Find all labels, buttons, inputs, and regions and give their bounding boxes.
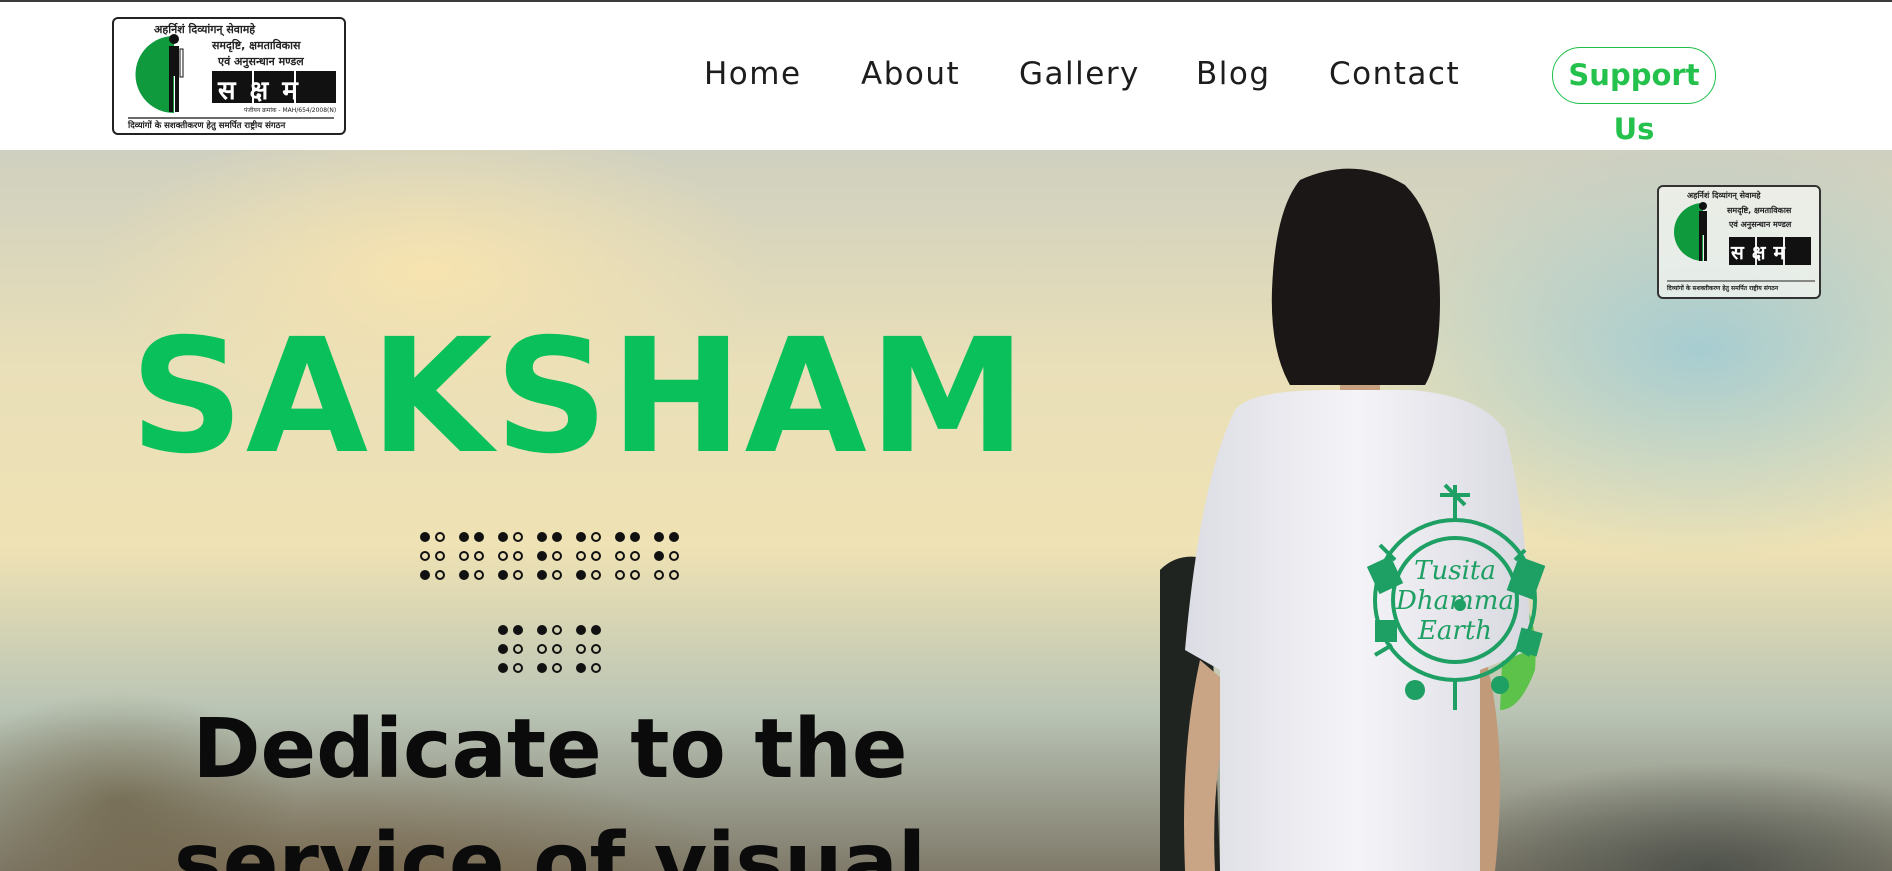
braille-dot — [576, 570, 586, 580]
logo-mark: सक्षम — [218, 76, 312, 106]
corner-logo-tagline: दिव्यांगों के सशक्तीकरण हेतु समर्पित राष… — [1667, 285, 1779, 292]
nav-about[interactable]: About — [861, 56, 960, 92]
logo-tagline: दिव्यांगों के सशक्तीकरण हेतु समर्पित राष… — [128, 121, 286, 131]
nav-gallery[interactable]: Gallery — [1019, 56, 1140, 92]
braille-dot — [591, 663, 601, 673]
braille-cell — [654, 532, 681, 588]
braille-dot — [552, 663, 562, 673]
braille-dot — [498, 551, 508, 561]
corner-logo-line1: अहर्निशं दिव्यांगन् सेवामहे — [1687, 191, 1761, 200]
braille-dot — [654, 551, 664, 561]
braille-dot — [591, 625, 601, 635]
braille-cell — [576, 625, 603, 681]
braille-dot — [630, 532, 640, 542]
braille-dot — [552, 551, 562, 561]
hero-title: SAKSHAM — [130, 305, 1029, 489]
braille-dot — [591, 551, 601, 561]
braille-dot — [591, 532, 601, 542]
braille-dot — [615, 551, 625, 561]
braille-title-row2 — [498, 625, 603, 681]
braille-dot — [513, 551, 523, 561]
braille-dot — [435, 551, 445, 561]
braille-cell — [498, 532, 525, 588]
braille-dot — [552, 532, 562, 542]
braille-dot — [498, 625, 508, 635]
braille-dot — [630, 570, 640, 580]
braille-dot — [498, 532, 508, 542]
braille-cell — [537, 625, 564, 681]
braille-dot — [474, 532, 484, 542]
braille-dot — [654, 570, 664, 580]
braille-dot — [537, 644, 547, 654]
braille-dot — [498, 644, 508, 654]
braille-dot — [459, 532, 469, 542]
braille-dot — [537, 551, 547, 561]
saksham-logo[interactable]: अहर्निशं दिव्यांगन् सेवामहे समदृष्टि, क्… — [112, 17, 346, 135]
braille-dot — [459, 551, 469, 561]
corner-logo-line2: समदृष्टि, क्षमताविकास — [1727, 206, 1792, 215]
braille-title-row1 — [420, 532, 681, 588]
braille-dot — [474, 570, 484, 580]
braille-cell — [498, 625, 525, 681]
braille-dot — [420, 551, 430, 561]
braille-cell — [537, 532, 564, 588]
hero-tagline-line1: Dedicate to the — [192, 702, 908, 797]
braille-dot — [513, 570, 523, 580]
hero-person-image — [1160, 168, 1546, 871]
braille-dot — [552, 570, 562, 580]
nav-contact[interactable]: Contact — [1329, 56, 1460, 92]
support-us-button[interactable]: Support Us — [1552, 47, 1716, 146]
braille-dot — [654, 532, 664, 542]
corner-logo-line3: एवं अनुसन्धान मण्डल — [1729, 220, 1792, 229]
braille-dot — [513, 663, 523, 673]
braille-dot — [513, 532, 523, 542]
hero-section: Tusita Dhamma Earth अहर्निशं दिव्यांगन् … — [0, 150, 1892, 871]
braille-dot — [576, 663, 586, 673]
hero-tagline-line2: service of visual — [174, 816, 926, 871]
braille-dot — [513, 625, 523, 635]
braille-cell — [576, 532, 603, 588]
braille-dot — [591, 570, 601, 580]
corner-logo-badge: अहर्निशं दिव्यांगन् सेवामहे समदृष्टि, क्… — [1657, 185, 1821, 299]
braille-dot — [537, 570, 547, 580]
braille-dot — [513, 644, 523, 654]
shirt-text-line1: Tusita — [1414, 556, 1496, 586]
braille-dot — [435, 570, 445, 580]
braille-dot — [435, 532, 445, 542]
braille-dot — [420, 532, 430, 542]
shirt-print-text: Tusita Dhamma Earth — [1395, 556, 1515, 646]
braille-dot — [552, 644, 562, 654]
braille-dot — [537, 663, 547, 673]
shirt-text-line3: Earth — [1417, 616, 1493, 646]
braille-dot — [615, 570, 625, 580]
site-header: अहर्निशं दिव्यांगन् सेवामहे समदृष्टि, क्… — [0, 2, 1892, 150]
braille-dot — [615, 532, 625, 542]
braille-cell — [615, 532, 642, 588]
braille-dot — [576, 551, 586, 561]
shirt-text-line2: Dhamma — [1396, 586, 1514, 616]
braille-dot — [576, 532, 586, 542]
braille-dot — [576, 625, 586, 635]
braille-dot — [498, 663, 508, 673]
braille-dot — [630, 551, 640, 561]
braille-cell — [420, 532, 447, 588]
corner-logo-mark: सक्षम — [1731, 242, 1793, 264]
braille-dot — [669, 532, 679, 542]
braille-dot — [459, 570, 469, 580]
braille-dot — [576, 644, 586, 654]
braille-dot — [498, 570, 508, 580]
braille-dot — [420, 570, 430, 580]
braille-dot — [537, 532, 547, 542]
nav-home[interactable]: Home — [704, 56, 802, 92]
logo-registration: पंजीयन क्रमांक - MAH/654/2008(N) — [244, 107, 337, 114]
braille-cell — [459, 532, 486, 588]
braille-dot — [552, 625, 562, 635]
braille-dot — [669, 551, 679, 561]
braille-dot — [591, 644, 601, 654]
braille-dot — [474, 551, 484, 561]
braille-dot — [669, 570, 679, 580]
braille-dot — [537, 625, 547, 635]
nav-blog[interactable]: Blog — [1196, 56, 1271, 92]
